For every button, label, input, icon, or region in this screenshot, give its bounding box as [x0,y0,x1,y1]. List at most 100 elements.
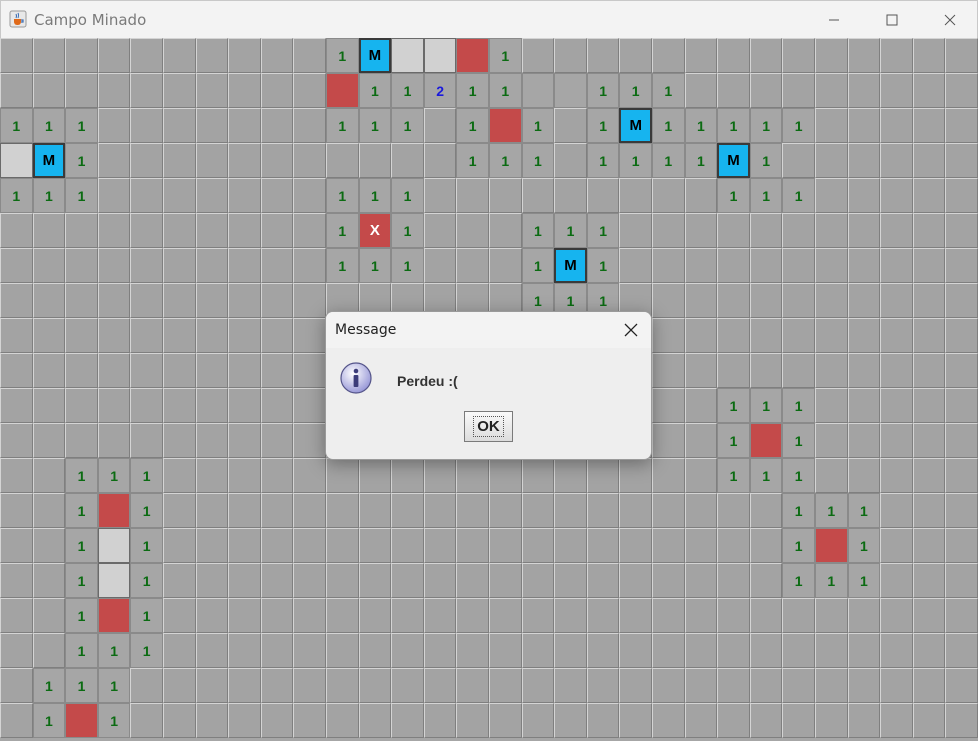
cell-unrevealed[interactable] [32,458,66,493]
cell-unrevealed[interactable] [293,38,326,73]
cell-unrevealed[interactable] [684,493,718,528]
cell-mine[interactable] [97,598,131,633]
cell-unrevealed[interactable] [130,213,163,248]
cell-unrevealed[interactable] [945,458,978,493]
cell-unrevealed[interactable] [749,528,783,563]
minimize-button[interactable] [805,1,863,39]
cell-number[interactable]: 1 [97,703,131,738]
cell-unrevealed[interactable] [815,458,848,493]
cell-unrevealed[interactable] [749,563,783,598]
cell-unrevealed[interactable] [293,598,326,633]
cell-unrevealed[interactable] [749,703,783,738]
cell-number[interactable]: 1 [717,108,750,143]
cell-unrevealed[interactable] [228,353,261,388]
cell-unrevealed[interactable] [945,318,978,353]
cell-unrevealed[interactable] [684,38,718,73]
cell-unrevealed[interactable] [945,178,978,213]
cell-unrevealed[interactable] [358,458,392,493]
cell-unrevealed[interactable] [717,283,750,318]
cell-number[interactable]: 1 [130,598,163,633]
cell-unrevealed[interactable] [97,353,131,388]
cell-unrevealed[interactable] [163,213,196,248]
cell-unrevealed[interactable] [684,388,718,423]
cell-number[interactable]: 1 [130,563,163,598]
cell-unrevealed[interactable] [32,283,66,318]
cell-unrevealed[interactable] [97,248,131,283]
cell-unrevealed[interactable] [652,598,685,633]
cell-number[interactable]: 1 [749,108,783,143]
cell-unrevealed[interactable] [880,528,913,563]
cell-unrevealed[interactable] [65,388,98,423]
cell-unrevealed[interactable] [195,703,229,738]
cell-unrevealed[interactable] [782,73,815,108]
cell-unrevealed[interactable] [489,563,522,598]
cell-unrevealed[interactable] [391,458,424,493]
cell-unrevealed[interactable] [391,493,424,528]
cell-number[interactable]: 1 [782,563,815,598]
cell-unrevealed[interactable] [652,458,685,493]
cell-unrevealed[interactable] [521,668,555,703]
cell-unrevealed[interactable] [684,178,718,213]
cell-unrevealed[interactable] [684,633,718,668]
cell-unrevealed[interactable] [652,388,685,423]
cell-number[interactable]: 1 [586,73,620,108]
cell-unrevealed[interactable] [195,563,229,598]
cell-unrevealed[interactable] [912,528,946,563]
cell-unrevealed[interactable] [652,248,685,283]
cell-unrevealed[interactable] [456,493,489,528]
cell-blank[interactable] [97,528,131,563]
cell-unrevealed[interactable] [652,38,685,73]
cell-number[interactable]: 1 [782,458,815,493]
cell-unrevealed[interactable] [912,563,946,598]
cell-unrevealed[interactable] [847,108,881,143]
cell-unrevealed[interactable] [521,528,555,563]
cell-blank[interactable] [0,143,33,178]
cell-unrevealed[interactable] [945,493,978,528]
cell-unrevealed[interactable] [619,38,652,73]
cell-unrevealed[interactable] [228,633,261,668]
cell-unrevealed[interactable] [749,598,783,633]
cell-unrevealed[interactable] [749,283,783,318]
cell-unrevealed[interactable] [554,703,587,738]
cell-unrevealed[interactable] [260,703,294,738]
cell-unrevealed[interactable] [521,458,555,493]
cell-number[interactable]: 1 [65,143,98,178]
cell-unrevealed[interactable] [945,248,978,283]
cell-unrevealed[interactable] [847,248,881,283]
cell-number[interactable]: 1 [358,248,392,283]
cell-unrevealed[interactable] [391,563,424,598]
cell-number[interactable]: 1 [97,458,131,493]
cell-blank[interactable] [391,38,424,73]
cell-unrevealed[interactable] [554,633,587,668]
cell-unrevealed[interactable] [163,458,196,493]
cell-unrevealed[interactable] [652,563,685,598]
cell-unrevealed[interactable] [228,458,261,493]
cell-empty[interactable] [521,73,555,108]
cell-unrevealed[interactable] [293,318,326,353]
cell-unrevealed[interactable] [423,563,457,598]
cell-unrevealed[interactable] [456,528,489,563]
cell-unrevealed[interactable] [293,283,326,318]
cell-blank[interactable] [97,563,131,598]
cell-unrevealed[interactable] [293,73,326,108]
cell-unrevealed[interactable] [260,598,294,633]
cell-unrevealed[interactable] [97,388,131,423]
cell-unrevealed[interactable] [358,703,392,738]
cell-unrevealed[interactable] [782,248,815,283]
cell-unrevealed[interactable] [130,388,163,423]
cell-unrevealed[interactable] [652,528,685,563]
cell-unrevealed[interactable] [652,423,685,458]
cell-number[interactable]: 1 [521,213,555,248]
cell-unrevealed[interactable] [32,598,66,633]
cell-unrevealed[interactable] [163,423,196,458]
cell-number[interactable]: 1 [815,493,848,528]
cell-unrevealed[interactable] [293,563,326,598]
cell-number[interactable]: 1 [717,178,750,213]
cell-number[interactable]: 1 [749,388,783,423]
cell-unrevealed[interactable] [195,73,229,108]
cell-number[interactable]: 1 [489,73,522,108]
cell-unrevealed[interactable] [880,668,913,703]
cell-unrevealed[interactable] [391,633,424,668]
cell-unrevealed[interactable] [554,493,587,528]
cell-number[interactable]: 1 [456,143,489,178]
